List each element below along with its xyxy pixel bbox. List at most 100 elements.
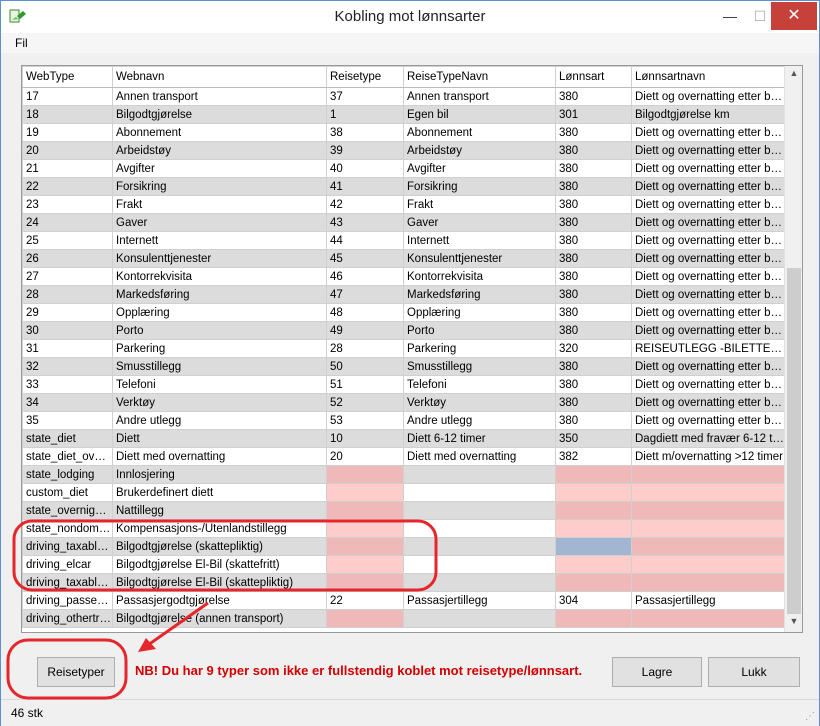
grid-cell[interactable]: Verktøy <box>403 393 556 412</box>
grid-cell[interactable]: 380 <box>555 141 632 160</box>
grid-cell[interactable]: 40 <box>326 159 404 178</box>
grid-cell[interactable] <box>403 609 556 628</box>
grid-cell[interactable]: 380 <box>555 249 632 268</box>
grid-cell[interactable]: 380 <box>555 231 632 250</box>
table-row[interactable]: 29 Opplæring 48 Opplæring 380 Diett og overna… <box>22 303 785 322</box>
column-header-webnavn[interactable]: Webnavn <box>112 66 327 88</box>
grid-cell[interactable]: state_overnight... <box>22 501 113 520</box>
grid-cell[interactable] <box>555 465 632 484</box>
table-row[interactable]: 20 Arbeidstøy 39 Arbeidstøy 380 Diett og over… <box>22 141 785 160</box>
grid-cell[interactable]: Porto <box>112 321 327 340</box>
grid-cell[interactable]: 22 <box>22 177 113 196</box>
table-row[interactable]: 30 Porto 49 Porto 380 Diett og overnatting et… <box>22 321 785 340</box>
grid-cell[interactable]: Porto <box>403 321 556 340</box>
grid-cell[interactable]: Bilgodtgjørelse (annen transport) <box>112 609 327 628</box>
table-row[interactable]: 35 Andre utlegg 53 Andre utlegg 380 Diett og … <box>22 411 785 430</box>
grid-cell[interactable]: 21 <box>22 159 113 178</box>
table-row[interactable]: state_diet Diett 10 Diett 6-12 timer 350 Dagd… <box>22 429 785 448</box>
grid-cell[interactable]: driving_elcar <box>22 555 113 574</box>
grid-cell[interactable]: 17 <box>22 87 113 106</box>
table-row[interactable]: 26 Konsulenttjenester 45 Konsulenttjenester… <box>22 249 785 268</box>
grid-cell[interactable]: Egen bil <box>403 105 556 124</box>
grid-cell[interactable]: 380 <box>555 213 632 232</box>
grid-cell[interactable]: custom_diet <box>22 483 113 502</box>
grid-cell[interactable]: Diett og overnatting etter bilag <box>631 213 785 232</box>
grid-cell[interactable]: Nattillegg <box>112 501 327 520</box>
grid-cell[interactable]: 380 <box>555 123 632 142</box>
grid-cell[interactable] <box>403 465 556 484</box>
grid-cell[interactable]: 33 <box>22 375 113 394</box>
grid-cell[interactable]: 320 <box>555 339 632 358</box>
grid-cell[interactable]: 31 <box>22 339 113 358</box>
table-row[interactable]: state_lodging Innlosjering <box>22 465 785 484</box>
grid-cell[interactable]: 19 <box>22 123 113 142</box>
grid-cell[interactable]: 380 <box>555 177 632 196</box>
grid-cell[interactable]: Diett og overnatting etter bilag <box>631 321 785 340</box>
grid-cell[interactable]: Brukerdefinert diett <box>112 483 327 502</box>
grid-cell[interactable]: 46 <box>326 267 404 286</box>
table-row[interactable]: 32 Smusstillegg 50 Smusstillegg 380 Diett og … <box>22 357 785 376</box>
grid-cell[interactable] <box>555 609 632 628</box>
grid-cell[interactable]: Telefoni <box>112 375 327 394</box>
grid-cell[interactable]: Diett og overnatting etter bilag <box>631 267 785 286</box>
table-row[interactable]: 27 Kontorrekvisita 46 Kontorrekvisita 380 Die… <box>22 267 785 286</box>
resize-grip-icon[interactable]: ⋰ <box>805 711 815 722</box>
grid-cell[interactable]: 20 <box>22 141 113 160</box>
grid-cell[interactable]: driving_taxable_... <box>22 537 113 556</box>
grid-cell[interactable]: Markedsføring <box>403 285 556 304</box>
grid-cell[interactable]: Bilgodtgjørelse (skattepliktig) <box>112 537 327 556</box>
grid-cell[interactable]: REISEUTLEGG -BILETTER ... <box>631 339 785 358</box>
grid-cell[interactable]: Avgifter <box>403 159 556 178</box>
column-header-lonnsart[interactable]: Lønnsart <box>555 66 632 88</box>
grid-cell[interactable]: Dagdiett med fravær 6-12 timer <box>631 429 785 448</box>
table-row[interactable]: driving_taxable_... Bilgodtgjørelse (skat… <box>22 537 785 556</box>
grid-cell[interactable]: Diett og overnatting etter bilag <box>631 177 785 196</box>
grid-cell[interactable] <box>403 519 556 538</box>
grid-cell[interactable]: 380 <box>555 303 632 322</box>
grid-cell[interactable]: Telefoni <box>403 375 556 394</box>
table-row[interactable]: 21 Avgifter 40 Avgifter 380 Diett og overnatt… <box>22 159 785 178</box>
grid-cell[interactable] <box>326 537 404 556</box>
grid-cell[interactable]: 380 <box>555 159 632 178</box>
grid-cell[interactable] <box>631 501 785 520</box>
grid-cell[interactable]: Diett og overnatting etter bilag <box>631 393 785 412</box>
grid-cell[interactable]: state_lodging <box>22 465 113 484</box>
scroll-down-icon[interactable]: ▼ <box>785 616 802 626</box>
grid-cell[interactable]: Diett og overnatting etter bilag <box>631 141 785 160</box>
grid-cell[interactable]: 29 <box>22 303 113 322</box>
minimize-button[interactable]: — <box>713 2 747 30</box>
column-header-reisetypenavn[interactable]: ReiseTypeNavn <box>403 66 556 88</box>
grid-cell[interactable]: Abonnement <box>403 123 556 142</box>
grid-cell[interactable]: Forsikring <box>403 177 556 196</box>
grid-cell[interactable]: 53 <box>326 411 404 430</box>
grid-cell[interactable] <box>631 537 785 556</box>
grid-cell[interactable] <box>326 573 404 592</box>
table-row[interactable]: 22 Forsikring 41 Forsikring 380 Diett og over… <box>22 177 785 196</box>
table-row[interactable]: custom_diet Brukerdefinert diett <box>22 483 785 502</box>
grid-cell[interactable]: 43 <box>326 213 404 232</box>
grid-cell[interactable]: Diett og overnatting etter bilag <box>631 285 785 304</box>
grid-cell[interactable]: Gaver <box>403 213 556 232</box>
close-button[interactable]: ✕ <box>771 2 817 30</box>
grid-cell[interactable] <box>631 609 785 628</box>
grid-cell[interactable]: 38 <box>326 123 404 142</box>
table-row[interactable]: 23 Frakt 42 Frakt 380 Diett og overnatting et… <box>22 195 785 214</box>
grid-cell[interactable]: 32 <box>22 357 113 376</box>
grid-cell[interactable]: 52 <box>326 393 404 412</box>
grid-cell[interactable]: Opplæring <box>403 303 556 322</box>
grid-cell[interactable]: Bilgodtgjørelse <box>112 105 327 124</box>
grid-cell[interactable]: Konsulenttjenester <box>403 249 556 268</box>
table-row[interactable]: 25 Internett 44 Internett 380 Diett og overna… <box>22 231 785 250</box>
grid-cell[interactable]: Kompensasjons-/Utenlandstillegg <box>112 519 327 538</box>
grid-cell[interactable]: 45 <box>326 249 404 268</box>
grid-cell[interactable] <box>555 537 632 556</box>
grid-cell[interactable]: Opplæring <box>112 303 327 322</box>
grid-cell[interactable] <box>403 573 556 592</box>
grid-cell[interactable]: Diett med overnatting <box>403 447 556 466</box>
grid-cell[interactable]: 380 <box>555 411 632 430</box>
grid-cell[interactable]: 30 <box>22 321 113 340</box>
grid-cell[interactable]: Diett og overnatting etter bilag <box>631 249 785 268</box>
grid-cell[interactable]: Bilgodtgjørelse km <box>631 105 785 124</box>
table-row[interactable]: 34 Verktøy 52 Verktøy 380 Diett og overnattin… <box>22 393 785 412</box>
column-header-lonnsartnavn[interactable]: Lønnsartnavn <box>631 66 785 88</box>
